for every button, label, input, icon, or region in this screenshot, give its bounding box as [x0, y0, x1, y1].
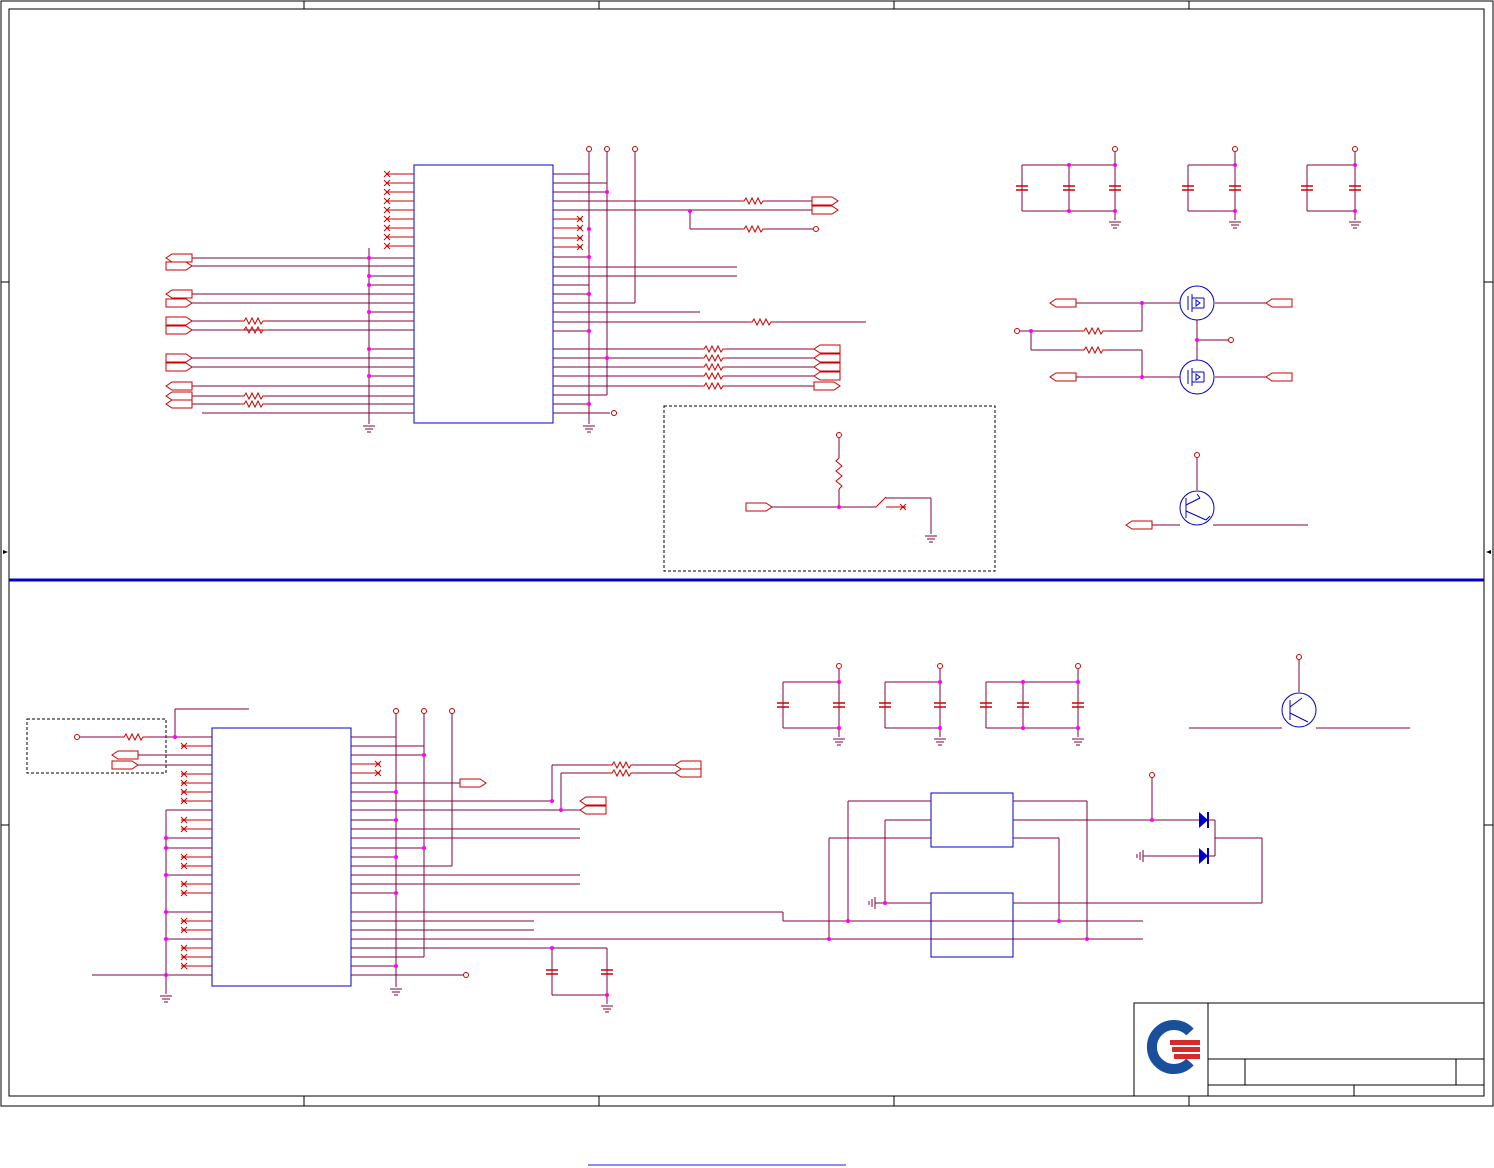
ic-u1 [165, 146, 866, 433]
mosfet-pair [1014, 285, 1293, 395]
transistor-q-bottom [1189, 654, 1410, 729]
switch-block [663, 405, 996, 572]
driver-blocks [827, 772, 1263, 958]
sheet-frame [0, 0, 1494, 1107]
decoupling-caps-top [1015, 146, 1362, 229]
footer-link[interactable] [588, 1150, 846, 1166]
schematic-sheet [0, 0, 1494, 1166]
ic-u2 [92, 708, 1143, 1013]
decoupling-caps-bottom [776, 663, 1085, 746]
dashed-input-block [26, 708, 249, 774]
transistor-q-top [1125, 452, 1308, 530]
company-logo [1146, 1020, 1200, 1074]
